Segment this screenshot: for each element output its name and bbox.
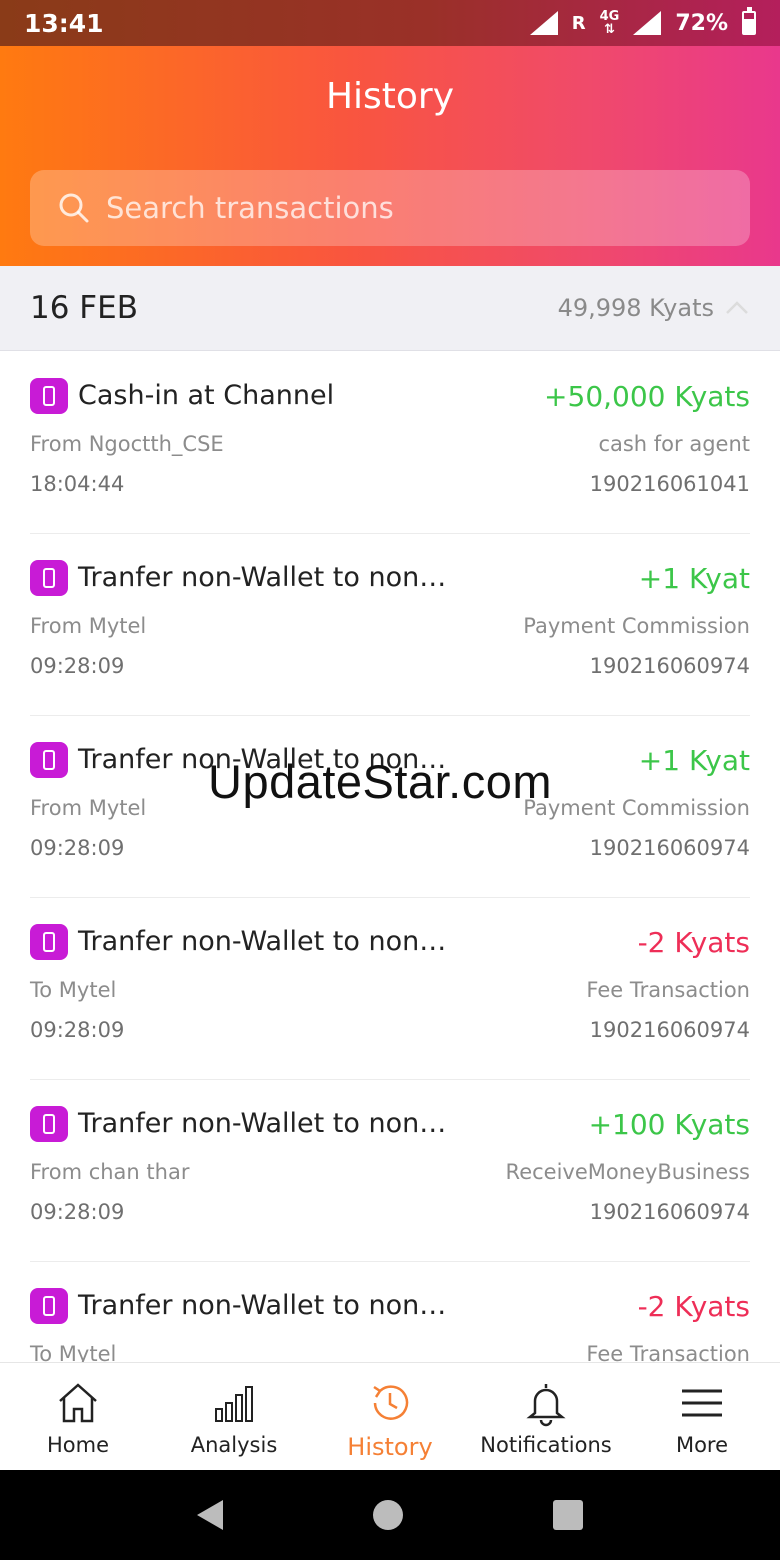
history-icon [373, 1385, 409, 1420]
transaction-party: From Ngoctth_CSE [30, 432, 224, 456]
transaction-id: 190216060974 [589, 654, 750, 678]
phone-icon [30, 1288, 68, 1324]
nav-notifications-label: Notifications [480, 1433, 612, 1457]
transaction-amount: +100 Kyats [588, 1108, 750, 1141]
transaction-time: 09:28:09 [30, 654, 125, 678]
transaction-time: 09:28:09 [30, 1200, 125, 1224]
bell-icon [526, 1384, 566, 1427]
battery-icon [742, 7, 756, 35]
transaction-id: 190216060974 [589, 1200, 750, 1224]
transaction-id: 190216061041 [589, 472, 750, 496]
network-indicator: 4G ⇅ [600, 10, 620, 36]
transaction-id: 190216060974 [589, 1018, 750, 1042]
watermark: UpdateStar.com [208, 755, 553, 808]
data-arrows-icon: ⇅ [604, 22, 615, 37]
nav-history[interactable]: History [312, 1363, 468, 1470]
status-bar: 13:41 R 4G ⇅ 72% [0, 0, 780, 46]
transaction-amount: -2 Kyats [637, 1290, 750, 1323]
nav-notifications[interactable]: Notifications [468, 1363, 624, 1470]
phone-icon [30, 742, 68, 778]
transaction-item[interactable]: Cash-in at Channel +50,000 Kyats From Ng… [30, 352, 750, 534]
date-total: 49,998 Kyats [557, 294, 714, 322]
transaction-item[interactable]: Tranfer non-Wallet to non… +1 Kyat From … [30, 534, 750, 716]
transaction-title: Tranfer non-Wallet to non… [78, 1108, 447, 1139]
nav-home-label: Home [46, 1433, 109, 1457]
transaction-item[interactable]: Tranfer non-Wallet to non… +100 Kyats Fr… [30, 1080, 750, 1262]
nav-more-label: More [675, 1433, 729, 1457]
transaction-category: cash for agent [598, 432, 750, 456]
transaction-title: Cash-in at Channel [78, 380, 335, 411]
search-icon [59, 193, 89, 223]
battery-percent: 72% [675, 10, 728, 36]
status-time: 13:41 [24, 8, 104, 38]
chevron-up-icon[interactable] [724, 295, 750, 321]
bar-chart-icon [215, 1386, 253, 1422]
transaction-party: To Mytel [30, 978, 117, 1002]
nav-analysis-label: Analysis [190, 1433, 278, 1457]
nav-home[interactable]: Home [0, 1363, 156, 1470]
date-group-header[interactable]: 16 FEB 49,998 Kyats [0, 266, 780, 351]
signal-icon [529, 11, 558, 35]
transaction-party: To Mytel [30, 1342, 117, 1362]
nav-history-label: History [347, 1433, 433, 1461]
transaction-amount: -2 Kyats [637, 926, 750, 959]
recent-apps-icon[interactable] [553, 1500, 583, 1530]
transaction-party: From Mytel [30, 614, 147, 638]
transaction-item[interactable]: Tranfer non-Wallet to non… -2 Kyats To M… [30, 1262, 750, 1362]
transaction-amount: +50,000 Kyats [544, 380, 750, 413]
transaction-time: 09:28:09 [30, 1018, 125, 1042]
system-nav-bar [0, 1470, 780, 1560]
home-icon [59, 1383, 97, 1423]
back-icon[interactable] [197, 1500, 223, 1530]
nav-more[interactable]: More [624, 1363, 780, 1470]
transaction-category: Fee Transaction [586, 1342, 750, 1362]
transaction-category: ReceiveMoneyBusiness [505, 1160, 750, 1184]
phone-icon [30, 378, 68, 414]
transaction-list[interactable]: Cash-in at Channel +50,000 Kyats From Ng… [0, 352, 780, 1362]
status-indicators: R 4G ⇅ 72% [529, 7, 756, 36]
transaction-title: Tranfer non-Wallet to non… [78, 926, 447, 957]
home-circle-icon[interactable] [373, 1500, 403, 1530]
transaction-category: Payment Commission [523, 614, 750, 638]
bottom-nav: Home Analysis History Notifications More [0, 1362, 780, 1470]
phone-icon [30, 924, 68, 960]
transaction-time: 09:28:09 [30, 836, 125, 860]
transaction-title: Tranfer non-Wallet to non… [78, 562, 447, 593]
roaming-indicator: R [571, 12, 586, 34]
nav-analysis[interactable]: Analysis [156, 1363, 312, 1470]
phone-icon [30, 1106, 68, 1142]
app-header: History [0, 46, 780, 266]
menu-icon [682, 1389, 722, 1417]
transaction-title: Tranfer non-Wallet to non… [78, 1290, 447, 1321]
search-bar[interactable] [30, 170, 750, 246]
transaction-category: Payment Commission [523, 796, 750, 820]
transaction-item[interactable]: Tranfer non-Wallet to non… -2 Kyats To M… [30, 898, 750, 1080]
page-title: History [325, 76, 455, 117]
transaction-time: 18:04:44 [30, 472, 125, 496]
transaction-party: From chan thar [30, 1160, 190, 1184]
date-label: 16 FEB [30, 290, 138, 326]
phone-icon [30, 560, 68, 596]
transaction-category: Fee Transaction [586, 978, 750, 1002]
transaction-party: From Mytel [30, 796, 147, 820]
transaction-amount: +1 Kyat [638, 562, 750, 595]
search-input[interactable] [106, 191, 706, 225]
transaction-amount: +1 Kyat [638, 744, 750, 777]
transaction-id: 190216060974 [589, 836, 750, 860]
signal-full-icon [633, 11, 662, 35]
